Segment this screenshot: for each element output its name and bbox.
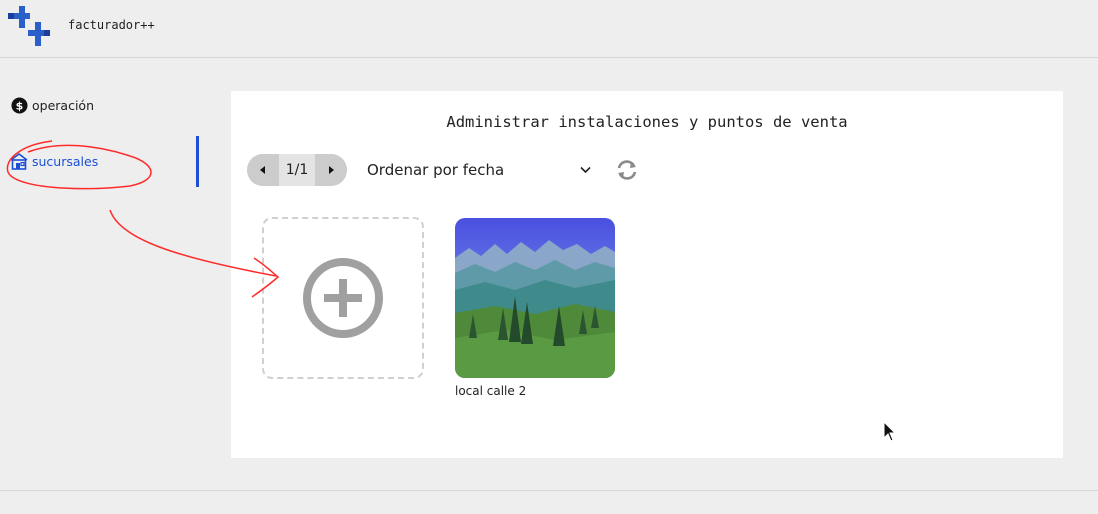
page-indicator: 1/1 xyxy=(279,154,315,186)
svg-text:$: $ xyxy=(15,99,23,112)
caret-right-icon xyxy=(329,166,334,174)
branch-card[interactable]: local calle 2 xyxy=(455,218,615,398)
add-branch-button[interactable] xyxy=(262,217,424,379)
branch-name: local calle 2 xyxy=(455,384,527,398)
app-title: facturador++ xyxy=(68,18,155,32)
branch-thumbnail xyxy=(455,218,615,378)
app-logo[interactable] xyxy=(8,6,50,46)
sort-select-value: Ordenar por fecha xyxy=(367,161,505,179)
sidebar-item-sucursales[interactable]: sucursales xyxy=(10,150,98,172)
sidebar-item-label: operación xyxy=(32,97,94,113)
next-page-button[interactable] xyxy=(315,154,347,186)
sidebar-item-operacion[interactable]: $ operación xyxy=(10,94,94,116)
main-panel: Administrar instalaciones y puntos de ve… xyxy=(231,91,1063,458)
sidebar-item-label: sucursales xyxy=(32,153,99,169)
pager: 1/1 xyxy=(247,154,347,186)
store-icon xyxy=(10,152,28,170)
caret-left-icon xyxy=(260,166,265,174)
refresh-icon[interactable] xyxy=(615,159,639,181)
plus-circle-icon xyxy=(303,258,383,338)
bottom-bar xyxy=(0,490,1098,514)
mouse-cursor-icon xyxy=(883,421,897,442)
prev-page-button[interactable] xyxy=(247,154,279,186)
page-title: Administrar instalaciones y puntos de ve… xyxy=(446,113,848,131)
chevron-down-icon xyxy=(580,166,591,174)
dollar-circle-icon: $ xyxy=(10,96,28,114)
top-bar: facturador++ xyxy=(0,0,1098,58)
sort-select[interactable]: Ordenar por fecha xyxy=(367,154,597,186)
active-indicator xyxy=(196,136,199,187)
